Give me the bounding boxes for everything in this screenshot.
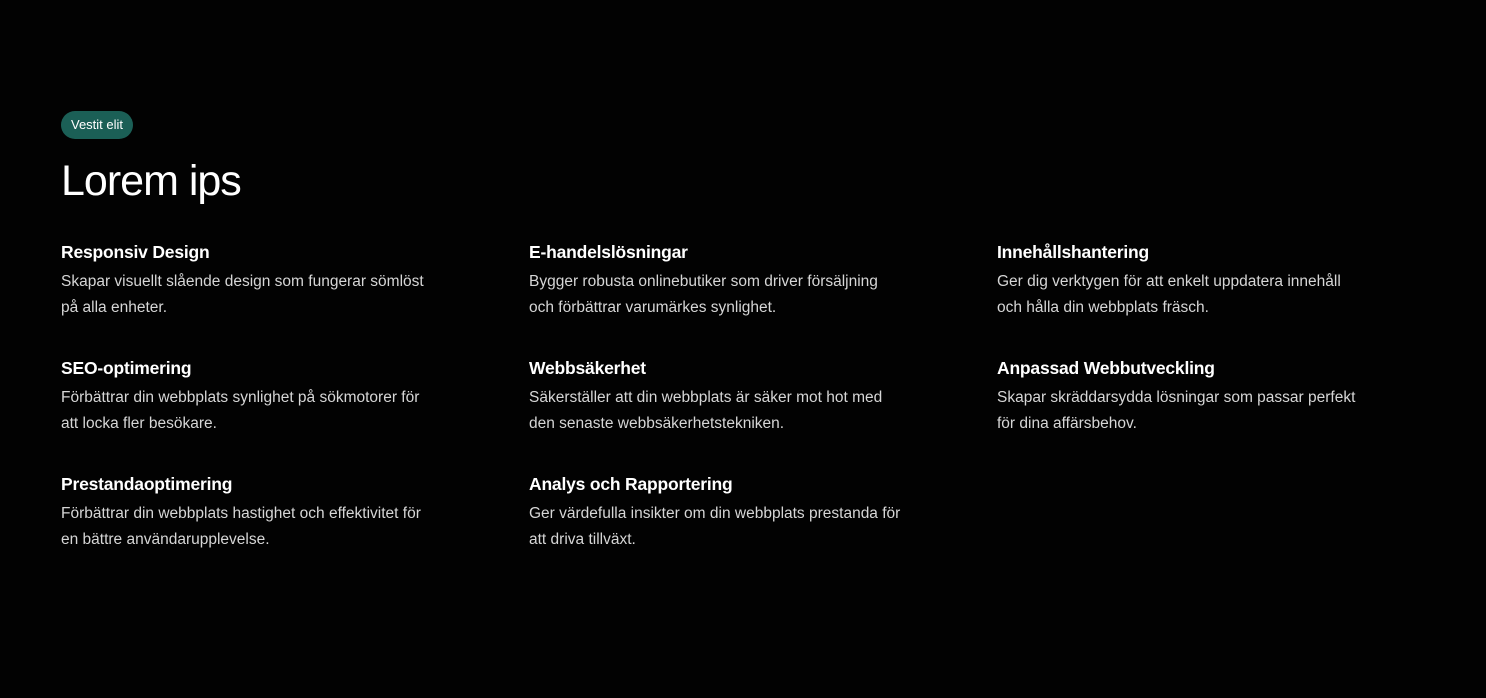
feature-description-line: och förbättrar varumärkes synlighet. — [529, 299, 777, 316]
feature-description: Ger dig verktygen för att enkelt uppdate… — [997, 269, 1427, 321]
features-section: Vestit elit Lorem ips Responsiv Design S… — [61, 111, 1441, 548]
feature-description: Förbättrar din webbplats hastighet och e… — [61, 501, 491, 553]
feature-description-line: Ger dig verktygen för att enkelt uppdate… — [997, 273, 1341, 290]
feature-description: Bygger robusta onlinebutiker som driver … — [529, 269, 959, 321]
feature-description-line: Förbättrar din webbplats hastighet och e… — [61, 505, 421, 522]
feature-description-line: den senaste webbsäkerhetstekniken. — [529, 415, 785, 432]
feature-title: E-handelslösningar — [529, 242, 688, 262]
feature-description-line: Skapar skräddarsydda lösningar som passa… — [997, 389, 1356, 406]
section-title: Lorem ips — [61, 157, 242, 205]
feature-description: Ger värdefulla insikter om din webbplats… — [529, 501, 959, 553]
feature-description-line: Bygger robusta onlinebutiker som driver … — [529, 273, 878, 290]
section-badge: Vestit elit — [61, 111, 134, 139]
feature-description-line: att locka fler besökare. — [61, 415, 217, 432]
feature-description-line: Säkerställer att din webbplats är säker … — [529, 389, 883, 406]
feature-web-security: Webbsäkerhet Säkerställer att din webbpl… — [529, 356, 959, 437]
feature-content-management: Innehållshantering Ger dig verktygen för… — [997, 240, 1427, 321]
feature-description-line: för dina affärsbehov. — [997, 415, 1137, 432]
feature-description: Säkerställer att din webbplats är säker … — [529, 385, 959, 437]
feature-title: Innehållshantering — [997, 242, 1149, 262]
feature-title: Prestandaoptimering — [61, 474, 233, 494]
feature-responsive-design: Responsiv Design Skapar visuellt slående… — [61, 240, 491, 321]
feature-title: Webbsäkerhet — [529, 358, 646, 378]
feature-custom-development: Anpassad Webbutveckling Skapar skräddars… — [997, 356, 1427, 437]
page: Vestit elit Lorem ips Responsiv Design S… — [0, 0, 1486, 698]
feature-description-line: Skapar visuellt slående design som funge… — [61, 273, 424, 290]
feature-description-line: att driva tillväxt. — [529, 531, 636, 548]
feature-title: SEO-optimering — [61, 358, 192, 378]
feature-analytics: Analys och Rapportering Ger värdefulla i… — [529, 472, 959, 553]
feature-description-line: Förbättrar din webbplats synlighet på sö… — [61, 389, 420, 406]
feature-description-line: och hålla din webbplats fräsch. — [997, 299, 1209, 316]
feature-performance: Prestandaoptimering Förbättrar din webbp… — [61, 472, 491, 553]
feature-ecommerce: E-handelslösningar Bygger robusta online… — [529, 240, 959, 321]
feature-description-line: på alla enheter. — [61, 299, 168, 316]
feature-title: Responsiv Design — [61, 242, 210, 262]
feature-title: Anpassad Webbutveckling — [997, 358, 1215, 378]
feature-title: Analys och Rapportering — [529, 474, 733, 494]
feature-seo: SEO-optimering Förbättrar din webbplats … — [61, 356, 491, 437]
feature-description-line: Ger värdefulla insikter om din webbplats… — [529, 505, 901, 522]
feature-description: Skapar skräddarsydda lösningar som passa… — [997, 385, 1427, 437]
feature-description: Skapar visuellt slående design som funge… — [61, 269, 491, 321]
feature-description: Förbättrar din webbplats synlighet på sö… — [61, 385, 491, 437]
feature-description-line: en bättre användarupplevelse. — [61, 531, 270, 548]
